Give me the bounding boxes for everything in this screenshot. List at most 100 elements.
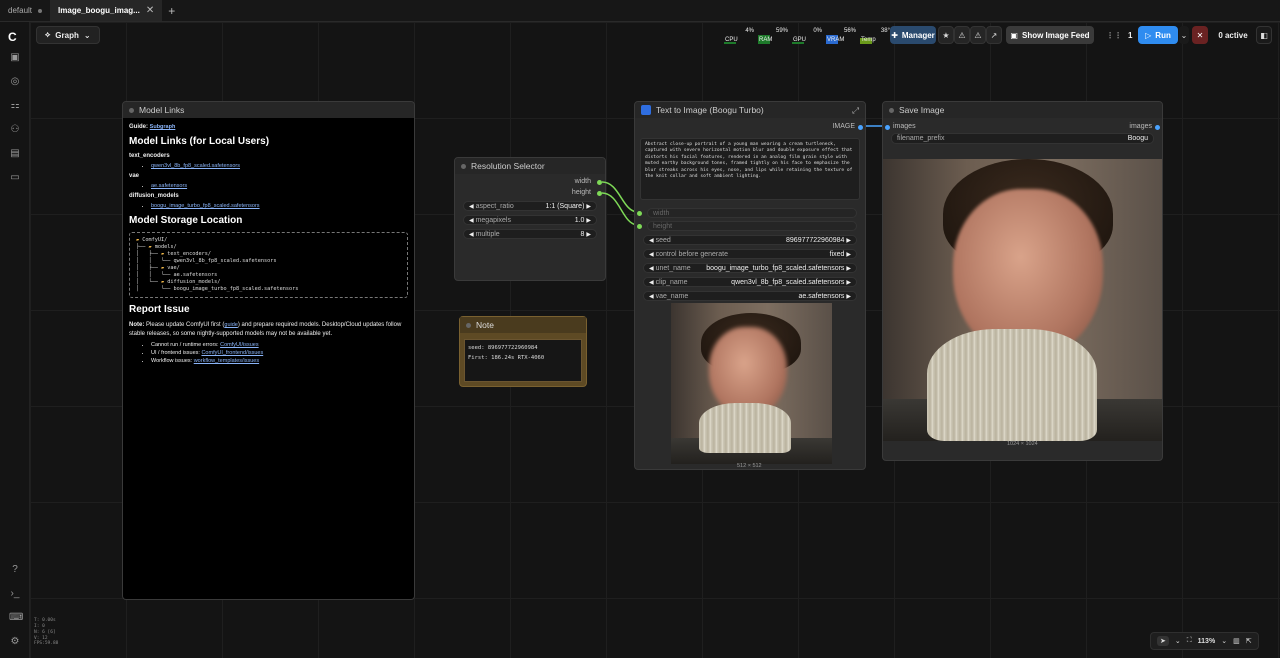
warning-button[interactable]: ⚠ [954, 26, 970, 44]
show-image-feed-button[interactable]: ▣ Show Image Feed [1006, 26, 1094, 44]
help-icon[interactable]: ? [9, 564, 21, 576]
seed-widget[interactable]: ◀ seed 896977722960984 ▶ [643, 235, 857, 245]
output-image-socket[interactable] [858, 125, 863, 130]
saved-image[interactable] [883, 159, 1162, 441]
model-file-link[interactable]: boogu_image_turbo_fp8_scaled.safetensors [151, 203, 260, 209]
increment-icon[interactable]: ▶ [846, 294, 851, 300]
pointer-tool-icon[interactable]: ➤ [1157, 636, 1169, 646]
note-node[interactable]: Note seed: 896977722960984 First: 186.24… [459, 316, 587, 387]
comfy-logo-icon[interactable]: C [8, 30, 17, 44]
batch-count-stepper[interactable]: ⋮⋮ 1 [1106, 26, 1134, 44]
model-file-link[interactable]: ae.safetensors [151, 183, 187, 189]
stat-line: FPS:59.88 [34, 641, 59, 647]
terminal-icon[interactable]: ›_ [9, 588, 21, 600]
resolution-selector-node[interactable]: Resolution Selector width height ◀ aspec… [454, 157, 606, 281]
markdown-content: Guide: Subgraph Model Links (for Local U… [123, 118, 414, 599]
run-options-chevron-icon[interactable]: ⌄ [1179, 26, 1189, 44]
decrement-icon[interactable]: ◀ [649, 238, 654, 244]
tab-default[interactable]: default [0, 0, 50, 21]
zoom-level[interactable]: 113% [1198, 638, 1216, 645]
issue-link[interactable]: ComfyUI/issues [220, 342, 259, 348]
decrement-icon[interactable]: ◀ [469, 218, 474, 224]
puzzle-icon: ✚ [891, 30, 898, 40]
queue-icon[interactable]: ▭ [9, 172, 21, 184]
node-title: Text to Image (Boogu Turbo) [656, 105, 764, 115]
input-images-socket[interactable] [885, 125, 890, 130]
drag-handle-icon: ⋮⋮ [1106, 30, 1122, 40]
expand-icon[interactable]: ⤢ [852, 105, 859, 116]
templates-icon[interactable]: ▤ [9, 148, 21, 160]
increment-icon[interactable]: ▶ [846, 252, 851, 258]
output-width-socket[interactable] [597, 180, 602, 185]
widget-label: height [653, 222, 673, 230]
report-heading: Report Issue [129, 304, 190, 316]
unet-name-widget[interactable]: ◀ unet_name boogu_image_turbo_fp8_scaled… [643, 263, 857, 273]
increment-icon[interactable]: ▶ [846, 280, 851, 286]
note-textarea[interactable]: seed: 896977722960984 First: 186.24s RTX… [464, 339, 582, 382]
height-input-widget[interactable]: height [647, 221, 857, 231]
filename-prefix-widget[interactable]: filename_prefix Boogu [891, 133, 1154, 144]
issue-link[interactable]: ComfyUI_frontend/issues [201, 350, 263, 356]
nodes-icon[interactable]: ◎ [9, 76, 21, 88]
node-header[interactable]: Note [460, 317, 586, 333]
prompt-textarea[interactable]: Abstract close-up portrait of a young ma… [640, 138, 860, 200]
workflows-icon[interactable]: ⚇ [9, 124, 21, 136]
minimap-icon[interactable]: ▥ [1233, 637, 1240, 645]
tab-image-boogu[interactable]: Image_boogu_imag... ✕ [50, 0, 163, 21]
output-images-socket[interactable] [1155, 125, 1160, 130]
increment-icon[interactable]: ▶ [846, 266, 851, 272]
preview-image[interactable] [671, 303, 832, 464]
star-button[interactable]: ★ [938, 26, 954, 44]
control-before-generate-widget[interactable]: ◀ control before generate fixed ▶ [643, 249, 857, 259]
close-icon[interactable]: ✕ [146, 5, 154, 16]
multiple-widget[interactable]: ◀ multiple 8 ▶ [463, 229, 597, 239]
keyboard-icon[interactable]: ⌨ [9, 612, 23, 624]
save-image-node[interactable]: Save Image images images filename_prefix… [882, 101, 1163, 461]
node-header[interactable]: Save Image [883, 102, 1162, 118]
gear-icon[interactable]: ⚙ [9, 636, 21, 648]
increment-icon[interactable]: ▶ [586, 204, 591, 210]
increment-icon[interactable]: ▶ [586, 232, 591, 238]
manager-button[interactable]: ✚ Manager [890, 26, 936, 44]
chevron-down-icon[interactable]: ⌄ [1221, 637, 1227, 645]
megapixels-widget[interactable]: ◀ megapixels 1.0 ▶ [463, 215, 597, 225]
folder-icon: ▰ [161, 251, 168, 258]
text-to-image-node[interactable]: Text to Image (Boogu Turbo) ⤢ IMAGE Abst… [634, 101, 866, 470]
note-guide-link[interactable]: guide [224, 322, 237, 328]
decrement-icon[interactable]: ◀ [649, 252, 654, 258]
input-width-socket[interactable] [637, 211, 642, 216]
model-file-link[interactable]: qwen3vl_8b_fp8_scaled.safetensors [151, 163, 240, 169]
decrement-icon[interactable]: ◀ [649, 266, 654, 272]
increment-icon[interactable]: ▶ [846, 238, 851, 244]
increment-icon[interactable]: ▶ [586, 218, 591, 224]
decrement-icon[interactable]: ◀ [649, 280, 654, 286]
issue-link[interactable]: workflow_templates/issues [194, 358, 259, 364]
alert-button[interactable]: ⚠ [970, 26, 986, 44]
cancel-run-button[interactable]: ✕ [1192, 26, 1208, 44]
aspect-ratio-widget[interactable]: ◀ aspect_ratio 1:1 (Square) ▶ [463, 201, 597, 211]
node-header[interactable]: Text to Image (Boogu Turbo) ⤢ [635, 102, 865, 118]
panel-toggle-icon[interactable]: ◧ [1256, 26, 1272, 44]
clip-name-widget[interactable]: ◀ clip_name qwen3vl_8b_fp8_scaled.safete… [643, 277, 857, 287]
guide-link[interactable]: Subgraph [150, 124, 176, 130]
queue-active-count[interactable]: 0 active [1214, 26, 1252, 44]
fit-view-icon[interactable]: ⛶ [1187, 637, 1192, 645]
new-tab-button[interactable]: + [162, 0, 181, 21]
node-header[interactable]: Resolution Selector [455, 158, 605, 174]
decrement-icon[interactable]: ◀ [469, 204, 474, 210]
node-header[interactable]: Model Links [123, 102, 414, 118]
model-links-node[interactable]: Model Links Guide: Subgraph Model Links … [122, 101, 415, 600]
output-height-socket[interactable] [597, 191, 602, 196]
model-library-icon[interactable]: ⚏ [9, 100, 21, 112]
images-icon[interactable]: ▣ [9, 52, 21, 64]
vae-name-widget[interactable]: ◀ vae_name ae.safetensors ▶ [643, 291, 857, 301]
width-input-widget[interactable]: width [647, 208, 857, 218]
decrement-icon[interactable]: ◀ [469, 232, 474, 238]
decrement-icon[interactable]: ◀ [649, 294, 654, 300]
chevron-down-icon[interactable]: ⌄ [1175, 637, 1181, 645]
share-button[interactable]: ↗ [986, 26, 1002, 44]
input-height-socket[interactable] [637, 224, 642, 229]
link-visibility-icon[interactable]: ⇱ [1246, 637, 1252, 645]
graph-mode-button[interactable]: ⟡ Graph ⌄ [36, 26, 100, 44]
run-button[interactable]: ▷ Run [1138, 26, 1178, 44]
